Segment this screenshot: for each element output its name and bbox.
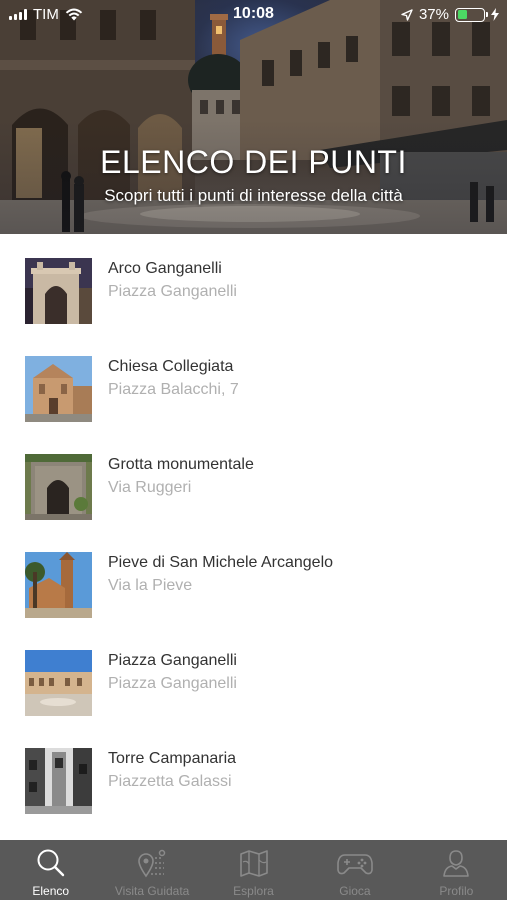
list-item[interactable]: Arco Ganganelli Piazza Ganganelli: [0, 234, 507, 332]
page-subtitle: Scopri tutti i punti di interesse della …: [104, 186, 403, 205]
tab-label: Elenco: [32, 884, 70, 898]
tab-profilo[interactable]: Profilo: [406, 840, 507, 900]
battery-icon: [455, 7, 488, 22]
list-item[interactable]: Pieve di San Michele Arcangelo Via la Pi…: [0, 528, 507, 626]
tab-label: Profilo: [439, 884, 474, 898]
arch-thumbnail: [25, 258, 92, 324]
list-item[interactable]: Grotta monumentale Via Ruggeri: [0, 430, 507, 528]
battery-percent: 37%: [418, 6, 449, 23]
tab-label: Gioca: [339, 884, 371, 898]
header-hero: TIM 10:08 37% ELENCO DEI PUNTI Scopri tu…: [0, 0, 507, 234]
point-address: Via Ruggeri: [108, 479, 192, 496]
tab-elenco[interactable]: Elenco: [0, 840, 101, 900]
point-address: Piazza Ganganelli: [108, 675, 237, 692]
user-icon: [443, 850, 470, 877]
status-bar: TIM 10:08 37%: [0, 0, 507, 28]
grotto-thumbnail: [25, 454, 92, 520]
point-name: Chiesa Collegiata: [108, 358, 234, 375]
gamepad-icon: [337, 854, 373, 875]
point-name: Grotta monumentale: [108, 456, 254, 473]
page-title: ELENCO DEI PUNTI: [100, 144, 407, 180]
point-address: Piazza Ganganelli: [108, 283, 237, 300]
point-address: Via la Pieve: [108, 577, 193, 594]
point-address: Piazza Balacchi, 7: [108, 381, 239, 398]
point-name: Piazza Ganganelli: [108, 652, 237, 669]
search-icon: [37, 849, 64, 877]
list-item[interactable]: Torre Campanaria Piazzetta Galassi: [0, 724, 507, 822]
tab-esplora[interactable]: Esplora: [203, 840, 304, 900]
tower-thumbnail: [25, 748, 92, 814]
list-item[interactable]: Piazza Ganganelli Piazza Ganganelli: [0, 626, 507, 724]
square-thumbnail: [25, 650, 92, 716]
tab-visita-guidata[interactable]: Visita Guidata: [101, 840, 202, 900]
location-arrow-icon: [401, 8, 413, 21]
points-list: Arco Ganganelli Piazza Ganganelli Chiesa…: [0, 234, 507, 840]
list-item[interactable]: Chiesa Collegiata Piazza Balacchi, 7: [0, 332, 507, 430]
pieve-thumbnail: [25, 552, 92, 618]
status-bar-right: 37%: [401, 6, 499, 23]
point-address: Piazzetta Galassi: [108, 773, 232, 790]
map-icon: [239, 850, 268, 877]
tab-label: Esplora: [233, 884, 274, 898]
point-name: Arco Ganganelli: [108, 260, 222, 277]
point-name: Pieve di San Michele Arcangelo: [108, 554, 334, 571]
tab-gioca[interactable]: Gioca: [304, 840, 405, 900]
church-thumbnail: [25, 356, 92, 422]
tab-label: Visita Guidata: [114, 884, 190, 898]
battery-level: [457, 10, 467, 19]
point-name: Torre Campanaria: [108, 750, 237, 767]
tab-bar: Elenco Visita Guidata Esplora Gioca Prof…: [0, 840, 507, 900]
route-icon: [138, 849, 166, 878]
charging-bolt-icon: [491, 8, 499, 21]
